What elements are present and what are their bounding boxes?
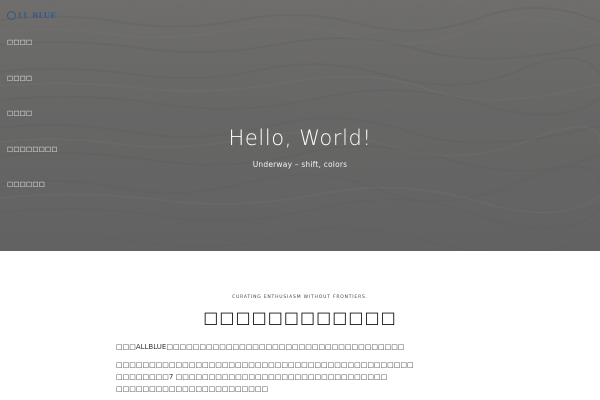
section-tagline: CURATING ENTHUSIASM WITHOUT FRONTIERS. <box>232 295 368 300</box>
body-paragraph-line-1: □□□□□□□□□□□□□□□□□□□□□□□□□□□□□□□□□□□□□□□□… <box>116 361 414 369</box>
body-paragraph: □□□□□□□□□□□□□□□□□□□□□□□□□□□□□□□□□□□□□□□□… <box>116 359 496 395</box>
page: LL BLUE □□□□ □□□□ □□□□ □□□□□□□□ □□□□□□ H… <box>0 0 600 400</box>
intro-paragraph-text: □□□ALLBLUE□□□□□□□□□□□□□□□□□□□□□□□□□□□□□□… <box>116 343 405 351</box>
hero-section: LL BLUE □□□□ □□□□ □□□□ □□□□□□□□ □□□□□□ H… <box>0 0 600 251</box>
hero-title: Hello, World! <box>228 126 372 150</box>
body-paragraph-line-3: □□□□□□□□□□□□□□□□□□□□□□□ <box>116 385 269 393</box>
section-title: □□□□□□□□□□□□ <box>203 308 397 327</box>
logo-text: LL BLUE <box>18 11 57 20</box>
body-paragraph-line-2: □□□□□□□□7 □□□□□□□□□□□□□□□□□□□□□□□□□□□□□□… <box>116 373 388 381</box>
nav-item-5[interactable]: □□□□□□ <box>7 179 58 215</box>
nav-item-1[interactable]: □□□□ <box>7 37 58 73</box>
intro-paragraph: □□□ALLBLUE□□□□□□□□□□□□□□□□□□□□□□□□□□□□□□… <box>116 341 496 353</box>
circle-a-logo-icon <box>7 11 16 20</box>
hero-subtitle: Underway – shift, colors <box>252 160 348 169</box>
site-logo[interactable]: LL BLUE <box>7 11 56 20</box>
nav-item-2[interactable]: □□□□ <box>7 73 58 109</box>
